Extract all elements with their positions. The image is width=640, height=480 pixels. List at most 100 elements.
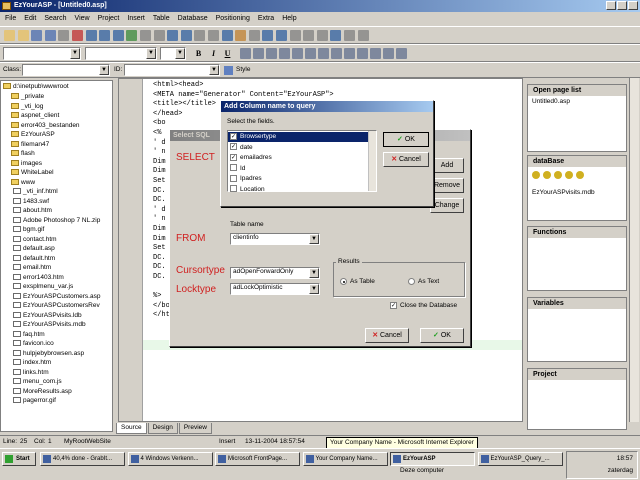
paragraph-icon[interactable] [357,30,369,41]
tree-root[interactable]: d:\inetpub\wwwroot [3,82,69,92]
save-icon[interactable] [31,30,43,41]
change-button[interactable]: Change [430,198,464,213]
align-center-icon[interactable] [289,30,301,41]
size-combo[interactable]: ▼ [160,47,186,60]
menu-item[interactable]: Project [97,12,121,26]
minimize-button[interactable] [606,1,616,10]
sql-ok-button[interactable]: ✓ OK [420,328,464,343]
tree-item[interactable]: EzYourASPCustomersRev [13,301,100,311]
tree-item[interactable]: EzYourASP [11,130,55,140]
image-icon[interactable] [194,30,206,41]
field-item[interactable]: ✓ date [228,143,368,153]
tree-item[interactable]: 1483.swf [13,197,49,207]
style-combo[interactable]: ▼ [3,47,81,60]
menu-item[interactable]: Database [177,12,209,26]
tree-item[interactable]: error403_bestanden [11,121,80,131]
tab-design[interactable]: Design [147,423,178,434]
database-icon[interactable] [235,30,247,41]
tree-item[interactable]: _vti_log [11,102,43,112]
tab-preview[interactable]: Preview [178,423,212,434]
tree-item[interactable]: email.htm [13,263,51,273]
preview-icon[interactable] [248,30,260,41]
tree-item[interactable]: MoreResults.asp [13,387,72,397]
paste-icon[interactable] [99,30,111,41]
tree-item[interactable]: EzYourASPvisits.mdb [13,320,86,330]
db-open-icon[interactable] [532,171,540,179]
columns-cancel-button[interactable]: ✕ Cancel [383,152,429,167]
columns-ok-button[interactable]: ✓ OK [383,132,429,147]
sql-cancel-button[interactable]: ✕ Cancel [365,328,409,343]
file-tree[interactable]: d:\inetpub\wwwroot _private _vti_log aspnet… [0,80,113,432]
db-query-icon[interactable] [554,171,562,179]
align-right-icon[interactable] [266,48,277,59]
tree-item[interactable]: links.htm [13,368,49,378]
tree-item[interactable]: faq.htm [13,330,45,340]
form-icon[interactable] [221,30,233,41]
tree-item[interactable]: Adobe Photoshop 7 NL.zip [13,216,100,226]
align-right-icon[interactable] [303,30,315,41]
list-bullet-icon[interactable] [292,48,303,59]
tree-item[interactable]: _private [11,92,44,102]
field-item[interactable]: ✓ Browsertype [228,132,368,142]
open-page-item[interactable]: Untitled0.asp [528,97,626,107]
link-icon[interactable] [208,30,219,41]
tree-item[interactable]: exsplmenu_var.js [13,282,73,292]
justify-icon[interactable] [279,48,290,59]
remove-button[interactable]: Remove [430,178,464,193]
fields-scrollbar[interactable] [368,131,376,191]
open-folder-icon[interactable] [17,30,29,41]
table-icon[interactable] [167,30,179,41]
font-shrink-icon[interactable] [383,48,394,59]
underline-button[interactable]: U [222,48,233,59]
taskbar-button[interactable]: Your Company Name... [302,452,388,466]
redo-icon[interactable] [126,30,138,41]
align-left-icon[interactable] [276,30,287,41]
tab-source[interactable]: Source [116,423,147,434]
tree-item[interactable]: flash [11,149,35,159]
close-db-checkbox[interactable]: ✓ Close the Database [388,302,457,309]
indent-icon[interactable] [318,48,329,59]
text-color-icon[interactable] [344,48,355,59]
list-icon[interactable] [316,30,328,41]
outdent-icon[interactable] [344,30,355,41]
start-button[interactable]: Start [2,452,36,466]
find-icon[interactable] [140,30,151,41]
tree-item[interactable]: www [11,178,35,188]
db-close-icon[interactable] [576,171,584,179]
menu-item[interactable]: Table [152,12,171,26]
tree-item[interactable]: EzYourASPCustomers.asp [13,292,100,302]
cursortype-select[interactable]: adOpenForwardOnly ▼ [230,267,320,279]
taskbar-button[interactable]: 40,4% done - GrabIt... [40,452,125,466]
taskbar-button[interactable]: Microsoft FrontPage... [215,452,300,466]
list-number-icon[interactable] [305,48,316,59]
tree-item[interactable]: aspnet_client [11,111,59,121]
menu-item[interactable]: Insert [126,12,146,26]
as-text-radio[interactable]: As Text [408,278,439,285]
menu-item[interactable]: View [74,12,91,26]
tree-item[interactable]: EzYourASPvisits.ldb [13,311,82,321]
tree-item[interactable]: contact.htm [13,235,57,245]
add-button[interactable]: Add [430,158,464,173]
browser-icon[interactable] [262,30,274,41]
taskbar-button[interactable]: 4 Windows Verkenn... [127,452,213,466]
right-scrollbar[interactable] [629,78,639,422]
fields-list[interactable]: ✓ Browsertype ✓ date ✓ emailadres Id Ipadres Loc… [227,130,377,193]
tree-item[interactable]: menu_com.js [13,377,62,387]
menu-item[interactable]: File [4,12,17,26]
grid-icon[interactable] [180,30,192,41]
align-left-icon[interactable] [240,48,251,59]
outdent-icon[interactable] [331,48,342,59]
table-select[interactable]: clientinfo ▼ [230,233,320,245]
field-item[interactable]: Ipadres [228,174,368,184]
tree-item[interactable]: WhiteLabel [11,168,54,178]
indent-icon[interactable] [330,30,342,41]
cut-icon[interactable] [72,30,83,41]
font-grow-icon[interactable] [370,48,381,59]
id-combo[interactable]: ▼ [124,64,220,76]
menu-item[interactable]: Search [43,12,67,26]
tree-item[interactable]: fileman47 [11,140,49,150]
paragraph-icon[interactable] [396,48,407,59]
db-refresh-icon[interactable] [565,171,573,179]
menu-item[interactable]: Extra [257,12,275,26]
italic-button[interactable]: I [208,48,219,59]
